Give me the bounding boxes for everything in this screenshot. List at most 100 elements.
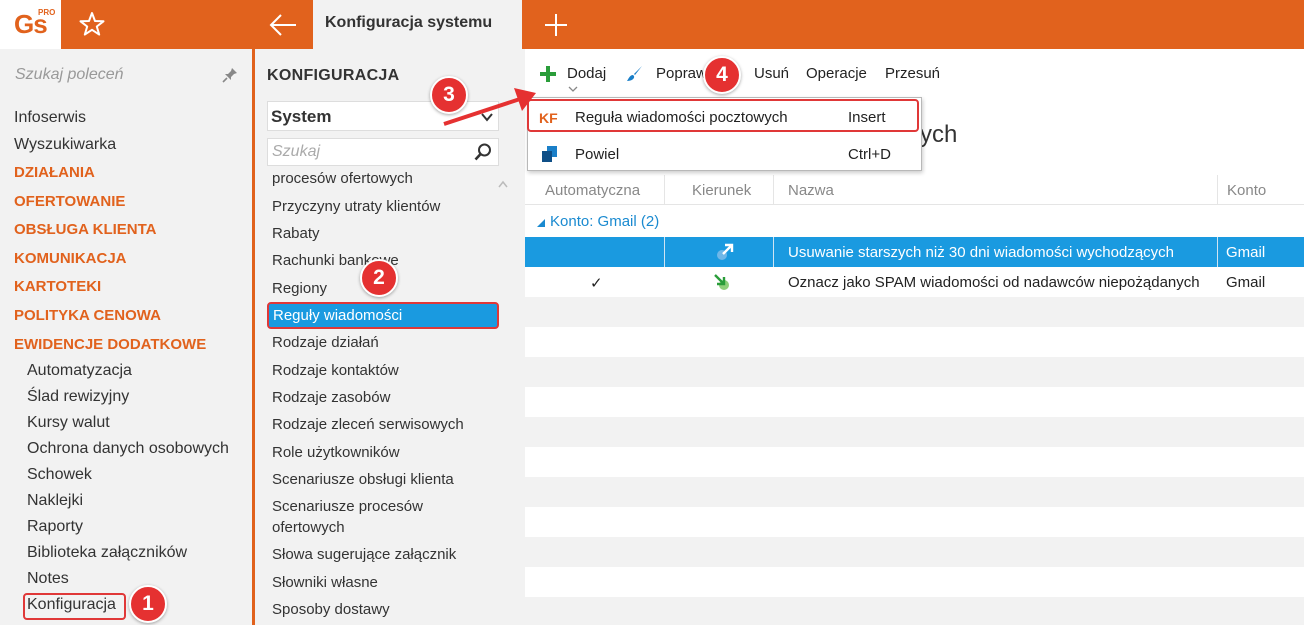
sidebar-section-obsluga-klienta[interactable]: OBSŁUGA KLIENTA — [14, 221, 157, 238]
move-button[interactable]: Przesuń — [885, 65, 940, 82]
config-item[interactable]: ofertowych — [272, 519, 345, 536]
config-item-selected-label: Reguły wiadomości — [273, 307, 403, 324]
menu-item-powiel[interactable]: Powiel Ctrl+D — [528, 137, 921, 173]
column-header-automatyczna[interactable]: Automatyczna — [545, 182, 640, 199]
config-item[interactable]: Scenariusze procesów — [272, 498, 423, 515]
grid-header: Automatyczna Kierunek Nazwa Konto — [525, 175, 1304, 205]
config-item[interactable]: Przyczyny utraty klientów — [272, 198, 440, 215]
edit-brush-icon — [627, 66, 642, 81]
sidebar-item-wyszukiwarka[interactable]: Wyszukiwarka — [14, 136, 116, 154]
menu-highlight-box — [527, 99, 919, 132]
column-separator — [664, 175, 665, 205]
sidebar-item-infoserwis[interactable]: Infoserwis — [14, 109, 86, 127]
config-item[interactable]: Regiony — [272, 280, 327, 297]
chevron-down-icon — [568, 86, 578, 92]
step-badge-1: 1 — [129, 585, 167, 623]
back-arrow-icon[interactable] — [268, 12, 298, 38]
sidebar-item-slad-rewizyjny[interactable]: Ślad rewizyjny — [27, 388, 129, 406]
column-header-nazwa[interactable]: Nazwa — [788, 182, 834, 199]
config-item[interactable]: Słowa sugerujące załącznik — [272, 546, 456, 563]
page-title: ych — [920, 121, 958, 148]
cell-nazwa: Usuwanie starszych niż 30 dni wiadomości… — [788, 244, 1175, 261]
group-label: Konto: Gmail (2) — [550, 213, 660, 230]
tab-label: Konfiguracja systemu — [325, 14, 493, 31]
cell-konto: Gmail — [1226, 274, 1266, 291]
config-item[interactable]: Scenariusze obsługi klienta — [272, 471, 454, 488]
config-item[interactable]: procesów ofertowych — [272, 170, 413, 187]
config-item[interactable]: Słowniki własne — [272, 574, 378, 591]
sidebar-section-komunikacja[interactable]: KOMUNIKACJA — [14, 250, 127, 267]
app-logo[interactable]: Gs PRO — [0, 0, 61, 49]
new-tab-plus-icon[interactable] — [543, 12, 569, 38]
sidebar-section-ewidencje-dodatkowe[interactable]: EWIDENCJE DODATKOWE — [14, 336, 206, 353]
config-item[interactable]: Role użytkowników — [272, 444, 400, 461]
empty-row — [525, 417, 1304, 447]
sidebar: Szukaj poleceń Infoserwis Wyszukiwarka D… — [0, 49, 252, 625]
scroll-up-icon[interactable] — [498, 180, 508, 188]
operations-button[interactable]: Operacje — [806, 65, 867, 82]
add-button[interactable]: Dodaj — [567, 65, 606, 82]
sidebar-section-kartoteki[interactable]: KARTOTEKI — [14, 278, 101, 295]
step-badge-3: 3 — [430, 76, 468, 114]
empty-row — [525, 297, 1304, 327]
config-title: KONFIGURACJA — [267, 67, 400, 84]
config-item[interactable]: Rodzaje kontaktów — [272, 362, 399, 379]
column-header-kierunek[interactable]: Kierunek — [692, 182, 751, 199]
cell-separator — [1217, 237, 1218, 267]
cell-separator — [664, 237, 665, 267]
tab-konfiguracja-systemu[interactable]: Konfiguracja systemu — [313, 0, 522, 49]
delete-button[interactable]: Usuń — [754, 65, 789, 82]
sidebar-item-ochrona-danych[interactable]: Ochrona danych osobowych — [27, 440, 229, 458]
step-badge-4: 4 — [703, 56, 741, 94]
config-panel: KONFIGURACJA System procesów ofertowych … — [255, 49, 525, 625]
sidebar-item-biblioteka[interactable]: Biblioteka załączników — [27, 544, 187, 562]
empty-row — [525, 357, 1304, 387]
config-item-selected[interactable]: Reguły wiadomości — [267, 302, 499, 329]
table-row[interactable]: ✓ Oznacz jako SPAM wiadomości od nadawcó… — [525, 267, 1304, 297]
menu-item-label: Powiel — [575, 146, 620, 163]
config-item[interactable]: Rodzaje zleceń serwisowych — [272, 416, 464, 433]
config-search-input[interactable] — [272, 142, 462, 162]
empty-row — [525, 597, 1304, 625]
sidebar-item-raporty[interactable]: Raporty — [27, 518, 83, 536]
edit-button[interactable]: Popraw — [656, 65, 707, 82]
toolbar: Dodaj Popraw Usuń Operacje Przesuń — [525, 49, 1304, 99]
cell-konto: Gmail — [1226, 244, 1266, 261]
sidebar-section-polityka-cenowa[interactable]: POLITYKA CENOWA — [14, 307, 161, 324]
cell-separator — [773, 237, 774, 267]
config-item[interactable]: Rodzaje działań — [272, 334, 379, 351]
config-item[interactable]: Rodzaje zasobów — [272, 389, 390, 406]
group-row-gmail[interactable]: Konto: Gmail (2) — [525, 207, 1304, 235]
empty-row — [525, 477, 1304, 507]
cell-nazwa: Oznacz jako SPAM wiadomości od nadawców … — [788, 274, 1200, 291]
config-item[interactable]: Sposoby dostawy — [272, 601, 390, 618]
column-header-konto[interactable]: Konto — [1227, 182, 1266, 199]
config-item[interactable]: Rabaty — [272, 225, 320, 242]
outgoing-mail-icon — [717, 243, 734, 260]
favorites-star-icon[interactable] — [78, 10, 106, 38]
table-row[interactable]: Usuwanie starszych niż 30 dni wiadomości… — [525, 237, 1304, 267]
collapse-triangle-icon[interactable] — [537, 219, 545, 227]
incoming-mail-icon — [714, 274, 729, 290]
duplicate-icon — [542, 146, 557, 162]
config-search-box — [267, 138, 499, 166]
config-group-selected: System — [271, 107, 332, 126]
command-search-input[interactable]: Szukaj poleceń — [15, 66, 124, 84]
sidebar-section-ofertowanie[interactable]: OFERTOWANIE — [14, 193, 125, 210]
pin-icon[interactable] — [222, 67, 238, 83]
step-badge-2: 2 — [360, 259, 398, 297]
column-separator — [1217, 175, 1218, 205]
logo-badge: PRO — [38, 8, 56, 17]
top-bar: Gs PRO Konfiguracja systemu — [0, 0, 1304, 49]
column-separator — [773, 175, 774, 205]
cell-automatyczna: ✓ — [590, 275, 603, 292]
sidebar-item-naklejki[interactable]: Naklejki — [27, 492, 83, 510]
search-icon[interactable] — [473, 142, 493, 162]
sidebar-item-notes[interactable]: Notes — [27, 570, 69, 588]
add-plus-icon — [540, 66, 556, 82]
sidebar-item-automatyzacja[interactable]: Automatyzacja — [27, 362, 132, 380]
sidebar-item-kursy-walut[interactable]: Kursy walut — [27, 414, 110, 432]
sidebar-item-schowek[interactable]: Schowek — [27, 466, 92, 484]
sidebar-section-dzialania[interactable]: DZIAŁANIA — [14, 164, 95, 181]
menu-item-shortcut: Ctrl+D — [848, 146, 891, 163]
